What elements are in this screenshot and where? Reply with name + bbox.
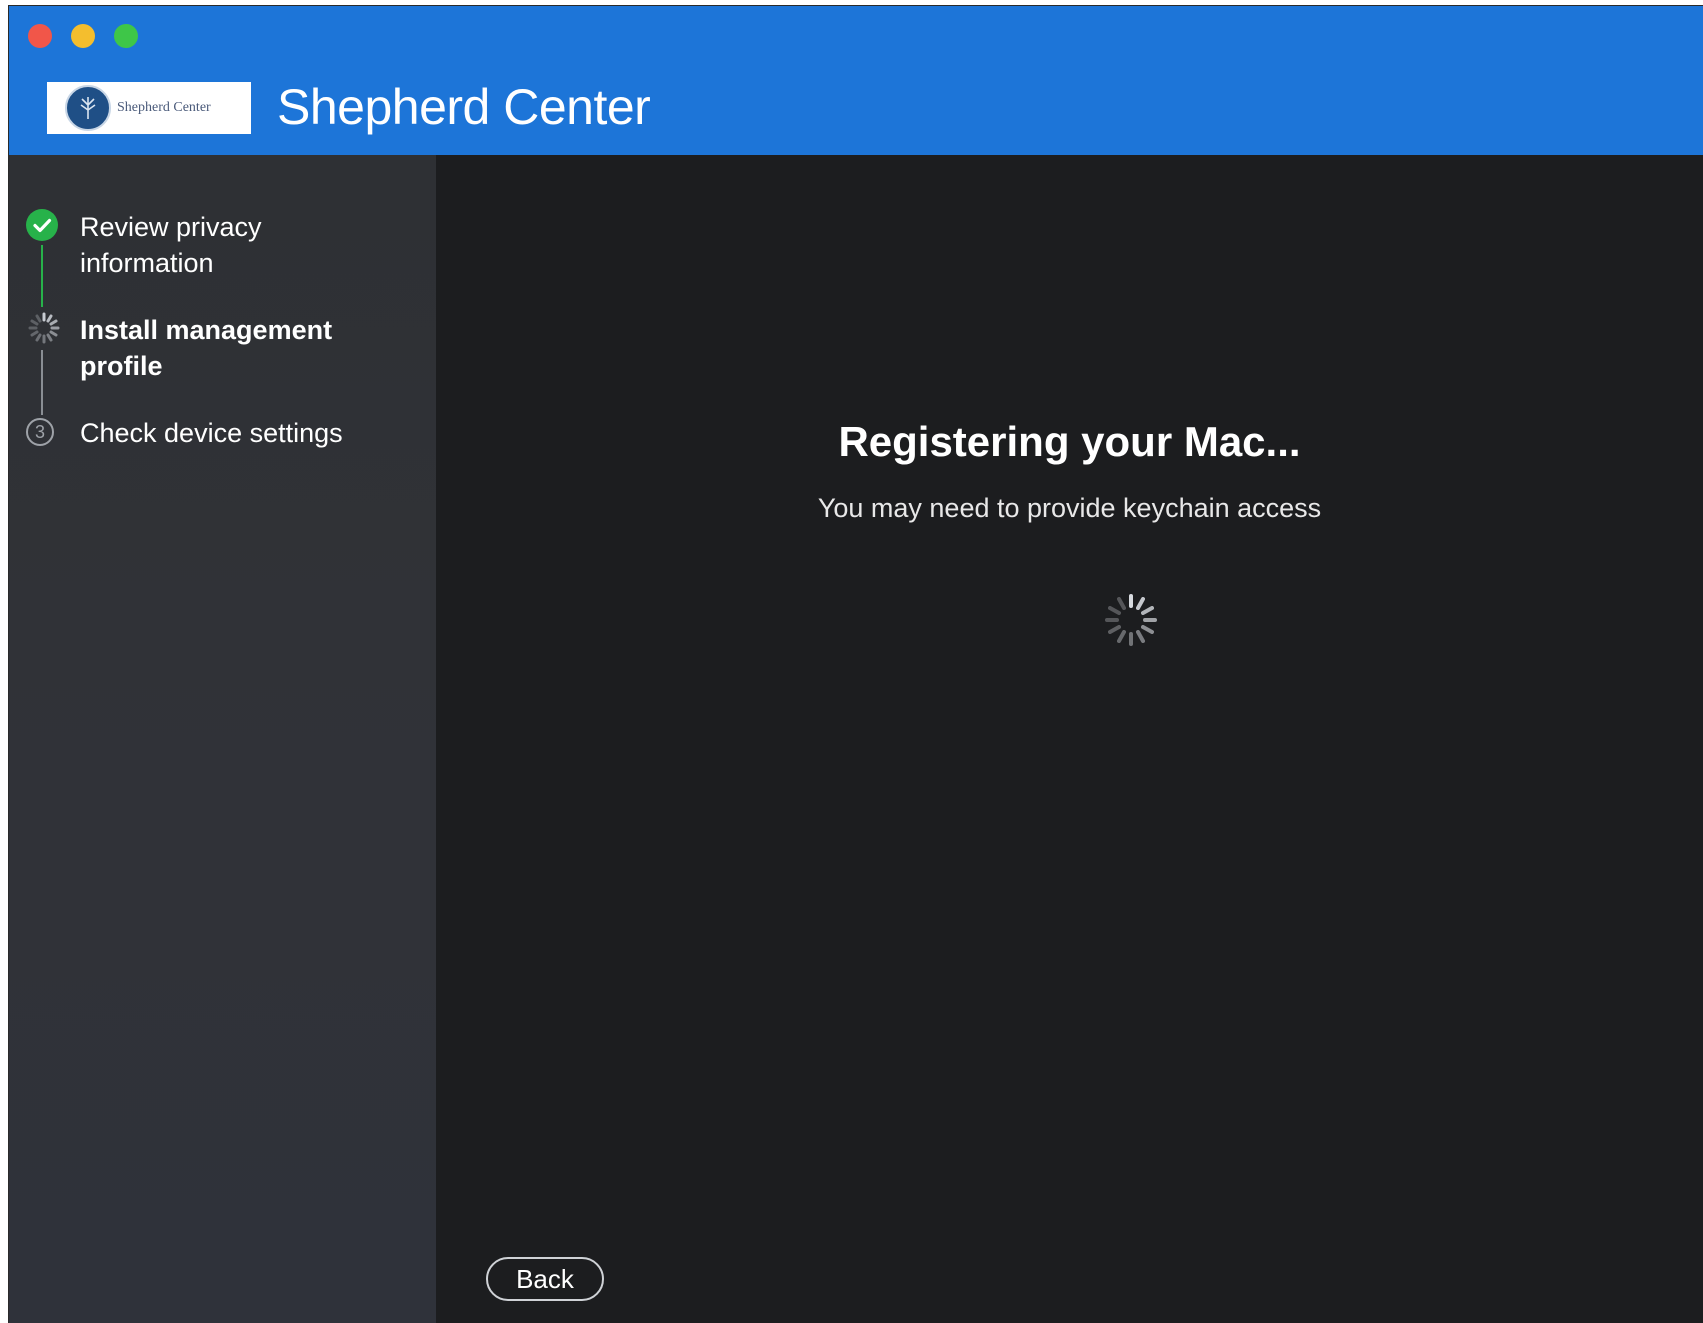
step-number-icon: 3 — [26, 418, 54, 446]
title-bar: Shepherd Center Shepherd Center — [9, 6, 1703, 155]
step-connector — [41, 245, 43, 307]
step-label-line: information — [80, 248, 214, 278]
step-check-settings: Check device settings — [80, 418, 343, 448]
app-title: Shepherd Center — [277, 79, 651, 135]
step-review-privacy: Review privacy information — [80, 209, 262, 281]
organization-logo: Shepherd Center — [47, 82, 251, 134]
minimize-window-button[interactable] — [71, 24, 95, 48]
spinner-icon — [26, 310, 62, 346]
page-title: Registering your Mac... — [838, 418, 1301, 465]
main-content: Registering your Mac... You may need to … — [436, 155, 1703, 1323]
step-label-line: Review privacy — [80, 212, 262, 242]
back-button[interactable]: Back — [486, 1257, 604, 1301]
shepherd-emblem-icon — [65, 85, 111, 131]
status-message: You may need to provide keychain access — [817, 493, 1322, 523]
close-window-button[interactable] — [28, 24, 52, 48]
zoom-window-button[interactable] — [114, 24, 138, 48]
checkmark-icon — [26, 209, 58, 241]
step-install-profile: Install management profile — [80, 312, 332, 384]
step-connector — [41, 350, 43, 415]
app-window: Shepherd Center Shepherd Center Review p… — [9, 6, 1703, 1323]
setup-steps-sidebar: Review privacy information Install manag… — [9, 155, 436, 1323]
step-label-line: Install management — [80, 315, 333, 345]
step-label-line: profile — [80, 351, 163, 381]
loading-spinner-icon — [1102, 591, 1160, 649]
logo-text: Shepherd Center — [117, 100, 211, 115]
